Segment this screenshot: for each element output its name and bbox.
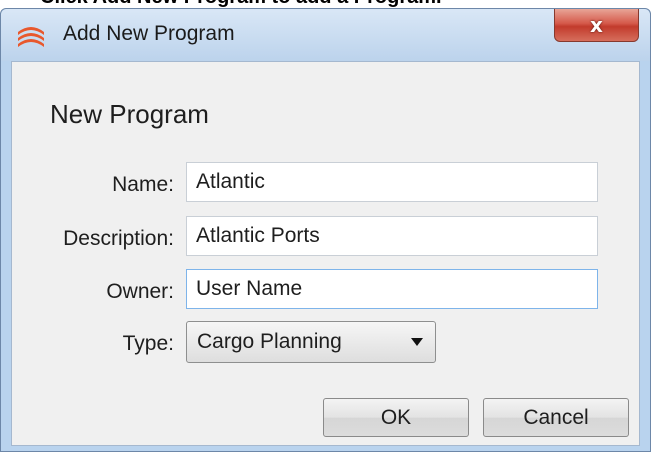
close-icon: x xyxy=(590,13,603,37)
description-value: Atlantic Ports xyxy=(196,224,320,247)
name-label: Name: xyxy=(112,173,174,196)
name-value: Atlantic xyxy=(196,170,265,193)
owner-value: User Name xyxy=(196,277,303,300)
type-value: Cargo Planning xyxy=(197,330,342,353)
section-heading: New Program xyxy=(50,99,209,129)
ok-button[interactable]: OK xyxy=(323,398,469,437)
close-button[interactable]: x xyxy=(554,9,639,42)
cropped-document-text: Click Add New Program to add a Program. xyxy=(0,0,651,8)
owner-field[interactable]: User Name xyxy=(186,269,598,309)
cropped-text: Click Add New Program to add a Program. xyxy=(40,0,442,8)
type-select[interactable]: Cargo Planning xyxy=(186,321,436,363)
app-logo-icon xyxy=(18,27,44,47)
chevron-down-icon xyxy=(411,338,423,346)
title-bar[interactable]: Add New Program x xyxy=(1,9,650,61)
name-field[interactable]: Atlantic xyxy=(186,162,598,202)
owner-label: Owner: xyxy=(106,280,174,303)
add-new-program-dialog: Add New Program x New Program Name: Atla… xyxy=(0,8,651,452)
dialog-body: New Program Name: Atlantic Description: … xyxy=(11,61,640,446)
description-label: Description: xyxy=(63,227,174,250)
cancel-button[interactable]: Cancel xyxy=(483,398,629,437)
description-field[interactable]: Atlantic Ports xyxy=(186,216,598,256)
dialog-title: Add New Program xyxy=(63,22,235,45)
type-label: Type: xyxy=(122,332,174,355)
